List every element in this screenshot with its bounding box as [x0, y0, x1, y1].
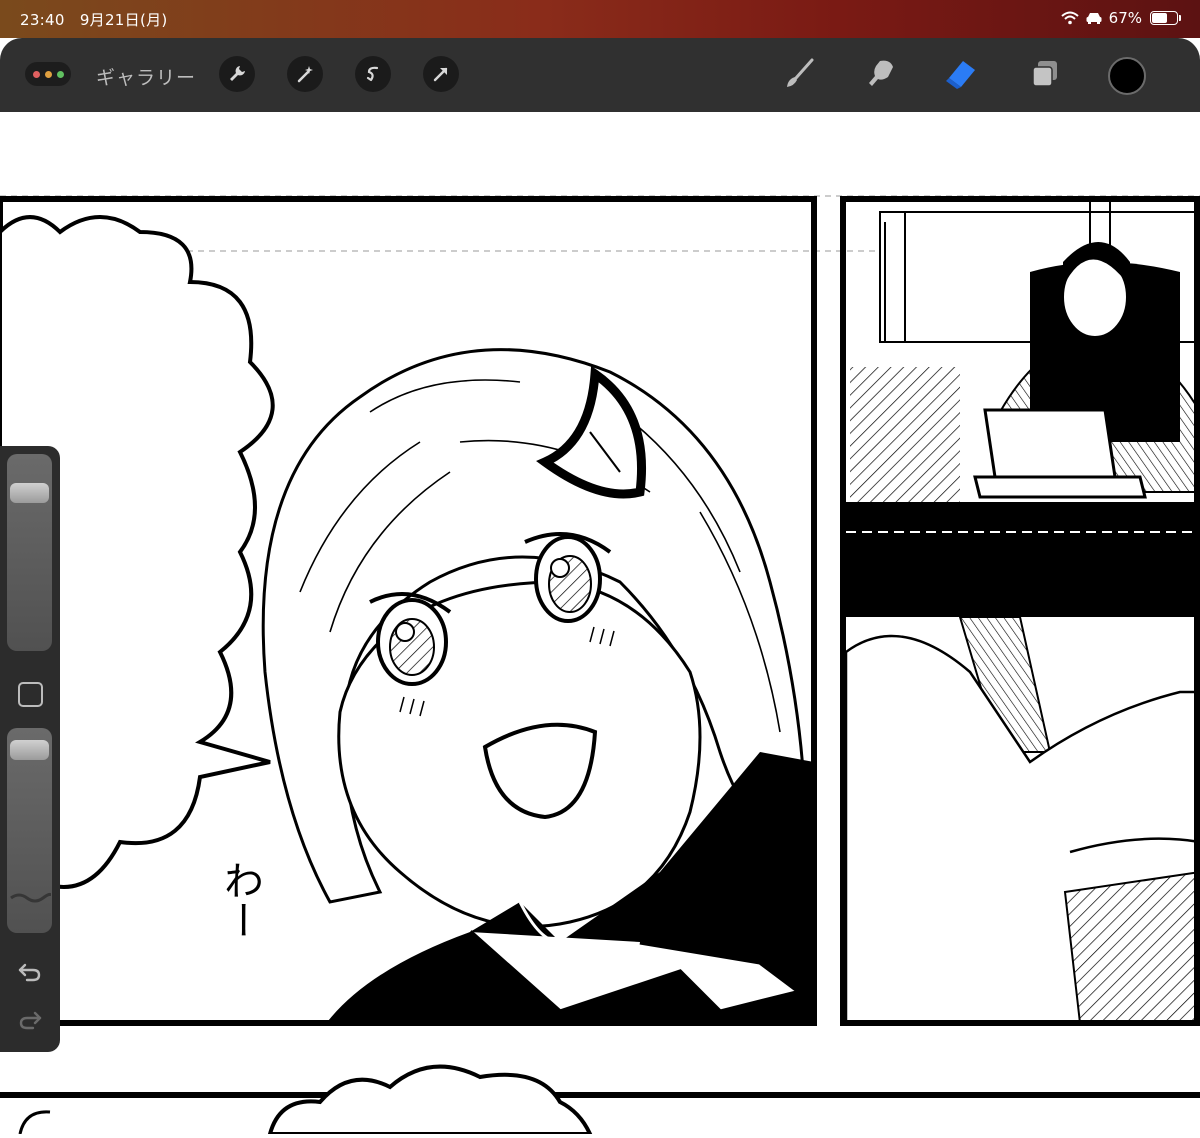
drawing-canvas[interactable]: わー: [0, 112, 1200, 1136]
brush-size-thumb[interactable]: [10, 483, 49, 503]
status-time: 23:40: [20, 11, 65, 29]
opacity-slider[interactable]: [7, 728, 52, 933]
battery-level: [1152, 13, 1167, 23]
undo-icon: [18, 963, 41, 982]
brush-size-slider[interactable]: [7, 454, 52, 651]
red-dot: [32, 70, 40, 78]
actions-button[interactable]: [219, 56, 255, 92]
green-dot: [56, 70, 64, 78]
top-toolbar: ギャラリー: [0, 38, 1200, 112]
status-left: 23:40 9月21日(月): [20, 9, 178, 30]
opacity-thumb[interactable]: [10, 740, 49, 760]
transform-arrow-icon: [433, 67, 448, 82]
layers-icon: [1032, 61, 1057, 87]
wrench-icon: [230, 66, 245, 81]
status-bar: 23:40 9月21日(月) 67%: [0, 0, 1200, 38]
manga-artwork: わー: [0, 195, 1200, 1136]
smudge-icon: [869, 60, 893, 86]
battery-tip: [1179, 15, 1181, 21]
redo-icon: [19, 1011, 42, 1030]
status-date: 9月21日(月): [79, 11, 168, 29]
car-icon: [1086, 13, 1102, 24]
sfx-text: わー: [217, 860, 263, 940]
battery-icon: [1150, 11, 1181, 25]
orange-dot: [44, 70, 52, 78]
adjustments-button[interactable]: [287, 56, 323, 92]
panel-girl: [261, 348, 814, 1023]
side-toolbar: [0, 446, 60, 1052]
selection-icon: [366, 66, 379, 82]
eraser-button[interactable]: [942, 55, 980, 93]
selection-button[interactable]: [355, 56, 391, 92]
speech-bubble-bottom: [267, 1064, 594, 1136]
panel-office: [846, 200, 1200, 1023]
smudge-button[interactable]: [862, 55, 900, 93]
brush-icon: [787, 58, 814, 87]
battery-percent: 67%: [1108, 9, 1142, 27]
layers-button[interactable]: [1026, 55, 1064, 93]
modify-square-icon[interactable]: [18, 682, 43, 707]
window-dots-button[interactable]: [25, 62, 71, 86]
undo-button[interactable]: [16, 960, 44, 984]
eraser-icon: [946, 61, 975, 89]
brush-button[interactable]: [780, 55, 818, 93]
transform-button[interactable]: [423, 56, 459, 92]
color-swatch[interactable]: [1108, 57, 1146, 95]
magic-wand-icon: [297, 66, 313, 83]
wifi-icon: [1060, 11, 1079, 25]
opacity-wave-icon: [10, 892, 51, 903]
redo-button[interactable]: [16, 1008, 44, 1032]
status-right: 67%: [1060, 9, 1181, 27]
gallery-button[interactable]: ギャラリー: [96, 63, 196, 90]
